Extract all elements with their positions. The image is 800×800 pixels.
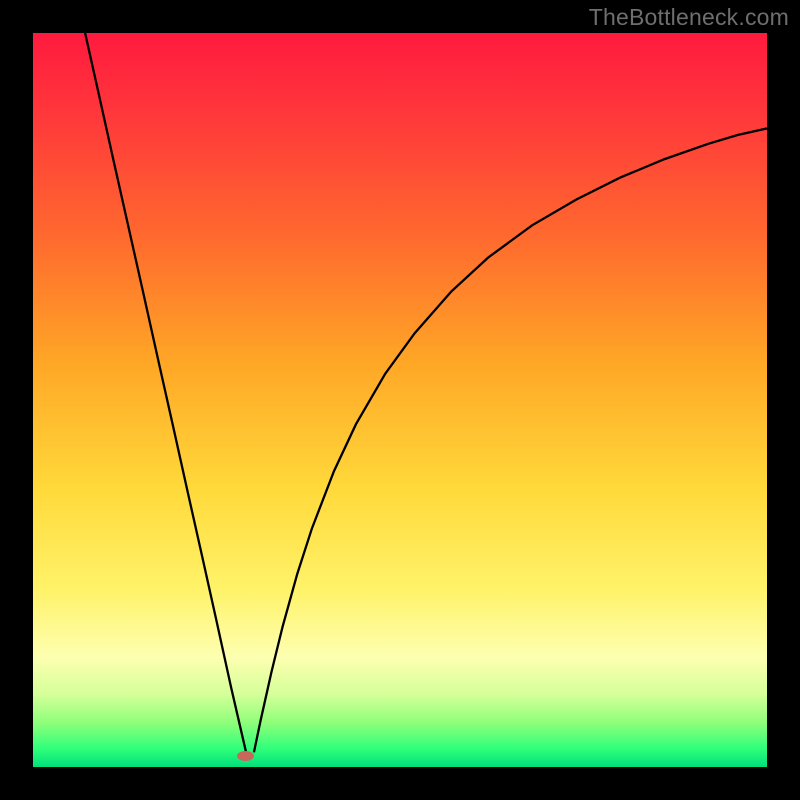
- chart-frame: TheBottleneck.com: [0, 0, 800, 800]
- watermark-text: TheBottleneck.com: [589, 4, 789, 31]
- bottleneck-curve: [33, 33, 767, 767]
- plot-area: [33, 33, 767, 767]
